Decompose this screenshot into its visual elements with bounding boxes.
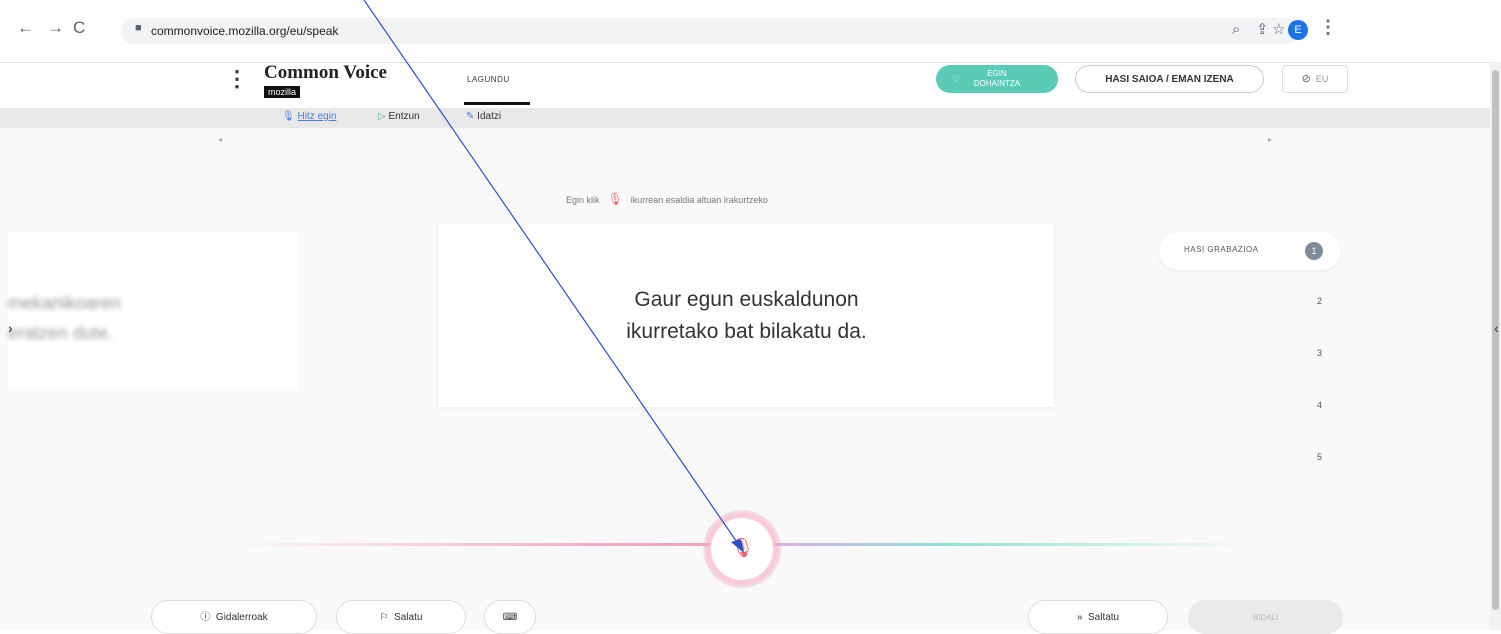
instruction-after: ikurrean esaldia altuan irakurtzeko bbox=[630, 195, 768, 205]
step-number-1: 1 bbox=[1305, 242, 1323, 260]
hamburger-menu-icon[interactable]: ⋮ bbox=[226, 66, 248, 92]
reload-icon[interactable]: C bbox=[73, 18, 85, 38]
site-logo[interactable]: Common Voice bbox=[264, 62, 387, 84]
step-number-2: 2 bbox=[1317, 296, 1323, 306]
mic-inline-icon: 🎙︎ bbox=[607, 192, 623, 206]
send-button[interactable]: BIDALI bbox=[1188, 600, 1343, 634]
browser-toolbar: ← → C ■ commonvoice.mozilla.org/eu/speak… bbox=[0, 0, 1501, 63]
lock-icon: ■ bbox=[135, 22, 142, 34]
tabs-scroll-left-icon[interactable]: ◂ bbox=[218, 135, 222, 144]
share-icon[interactable]: ⇪ bbox=[1256, 21, 1269, 39]
profile-avatar[interactable]: E bbox=[1288, 20, 1308, 40]
start-recording-label: HASI GRABAZIOA bbox=[1184, 245, 1259, 254]
pencil-icon: ✎ bbox=[466, 111, 475, 122]
sentence-line-1: Gaur egun euskaldunon bbox=[634, 288, 859, 311]
back-icon[interactable]: ← bbox=[17, 18, 34, 38]
nav-active-underline bbox=[464, 102, 530, 105]
tabs-scroll-right-icon[interactable]: ▸ bbox=[1268, 135, 1272, 144]
tab-listen[interactable]: ▷ Entzun bbox=[378, 111, 420, 122]
shortcuts-button[interactable]: ⌨ bbox=[484, 600, 536, 634]
heart-icon: ♡ bbox=[952, 74, 961, 84]
previous-sentence-card[interactable]: mekanikoaren eratzen dute. bbox=[8, 232, 298, 391]
step-number-3: 3 bbox=[1317, 348, 1323, 358]
question-circle-icon: ⓘ bbox=[200, 612, 211, 623]
contribute-tabs: 🎙︎ Hitz egin ▷ Entzun ✎ Idatzi bbox=[0, 108, 1490, 128]
step-1-pill: HASI GRABAZIOA 1 bbox=[1159, 232, 1341, 270]
double-chevron-icon: » bbox=[1076, 612, 1083, 623]
sentence-line-2: ikurretako bat bilakatu da. bbox=[626, 320, 867, 343]
donate-button[interactable]: ♡ EGIN DOHAINTZA bbox=[936, 65, 1058, 93]
mozilla-logo: mozilla bbox=[264, 86, 301, 98]
tab-listen-label: Entzun bbox=[388, 111, 420, 122]
login-button[interactable]: HASI SAIOA / EMAN IZENA bbox=[1075, 65, 1264, 93]
forward-icon[interactable]: → bbox=[47, 18, 64, 38]
sentence-text: Gaur egun euskaldunon ikurretako bat bil… bbox=[439, 284, 1054, 348]
record-button[interactable]: 🎙︎ bbox=[711, 518, 773, 580]
language-label: EU bbox=[1315, 74, 1329, 84]
instruction-before: Egin klik bbox=[566, 195, 600, 205]
tab-write[interactable]: ✎ Idatzi bbox=[466, 111, 501, 122]
previous-sentence-text: mekanikoaren eratzen dute. bbox=[8, 288, 121, 348]
address-bar[interactable]: ■ commonvoice.mozilla.org/eu/speak bbox=[121, 18, 1299, 44]
bookmark-star-icon[interactable]: ☆ bbox=[1272, 21, 1285, 39]
language-selector[interactable]: ⊘ EU bbox=[1282, 65, 1348, 93]
report-label: Salatu bbox=[394, 612, 423, 623]
prev-line-2: eratzen dute. bbox=[8, 323, 114, 343]
zoom-icon[interactable]: ⌕ bbox=[1232, 21, 1240, 39]
tab-write-label: Idatzi bbox=[477, 111, 502, 122]
url-text: commonvoice.mozilla.org/eu/speak bbox=[151, 24, 339, 38]
guidelines-label: Gidalerroak bbox=[215, 612, 268, 623]
globe-icon: ⊘ bbox=[1301, 73, 1311, 85]
prev-line-1: mekanikoaren bbox=[8, 293, 122, 313]
mic-icon: 🎙︎ bbox=[282, 111, 295, 122]
skip-label: Saltatu bbox=[1087, 612, 1120, 623]
step-number-5: 5 bbox=[1317, 452, 1323, 462]
flag-icon: ⚐ bbox=[379, 612, 389, 623]
step-number-4: 4 bbox=[1317, 400, 1323, 410]
nav-item-lagundu[interactable]: LAGUNDU bbox=[467, 75, 510, 84]
instruction-text: Egin klik 🎙︎ ikurrean esaldia altuan iraku… bbox=[566, 192, 768, 206]
report-button[interactable]: ⚐ Salatu bbox=[336, 600, 466, 634]
tab-speak[interactable]: 🎙︎ Hitz egin bbox=[282, 111, 336, 122]
browser-menu-icon[interactable]: ⋮ bbox=[1319, 17, 1337, 38]
tab-speak-label: Hitz egin bbox=[297, 111, 337, 122]
microphone-icon: 🎙︎ bbox=[729, 538, 755, 559]
left-edge-icon: › bbox=[8, 320, 13, 336]
skip-button[interactable]: » Saltatu bbox=[1028, 600, 1168, 634]
scrollbar-thumb[interactable] bbox=[1492, 70, 1499, 610]
guidelines-button[interactable]: ⓘ Gidalerroak bbox=[151, 600, 317, 634]
play-icon: ▷ bbox=[378, 111, 386, 122]
keyboard-icon: ⌨ bbox=[502, 612, 518, 623]
right-edge-icon: ‹ bbox=[1494, 320, 1499, 336]
sentence-card: Gaur egun euskaldunon ikurretako bat bil… bbox=[439, 224, 1054, 407]
